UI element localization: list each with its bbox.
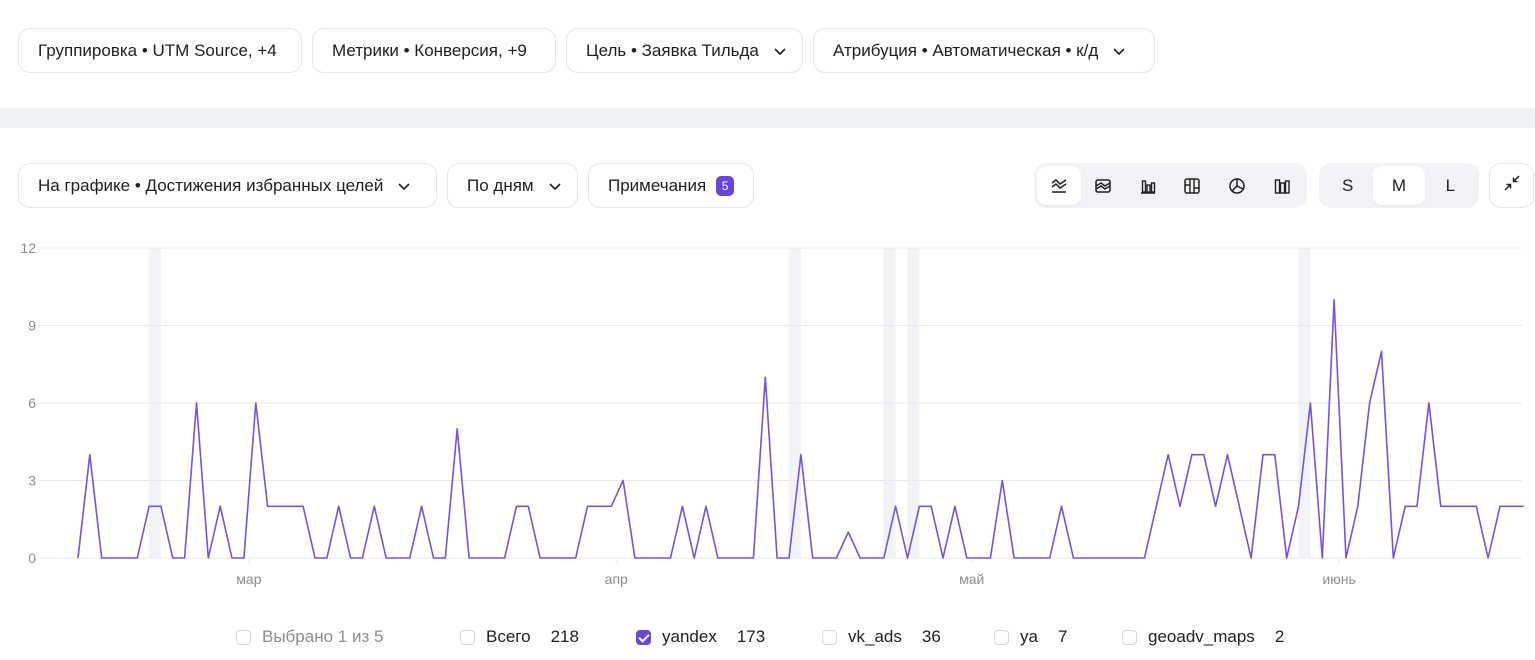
metrics-filter-button[interactable]: Метрики • Конверсия, +9	[312, 28, 556, 73]
metrics-filter-label: Метрики • Конверсия, +9	[332, 40, 527, 60]
y-tick-label: 12	[20, 240, 36, 256]
legend-label: yandex	[662, 627, 717, 646]
chevron-down-icon	[773, 44, 787, 58]
legend-item-ya[interactable]: ya 7	[994, 627, 1067, 647]
period-select[interactable]: По дням	[447, 163, 578, 208]
size-m-button[interactable]: M	[1373, 166, 1425, 205]
stacked-chart-icon	[1183, 177, 1201, 195]
legend-checkbox[interactable]	[1122, 629, 1137, 645]
stacked-chart-button[interactable]	[1170, 166, 1215, 205]
grouping-filter-button[interactable]: Группировка • UTM Source, +4	[18, 28, 302, 73]
goal-filter-label: Цель • Заявка Тильда	[586, 40, 759, 60]
size-s-label: S	[1341, 175, 1354, 195]
legend-label: vk_ads	[848, 627, 902, 646]
notes-count-badge: 5	[716, 175, 734, 196]
legend-checkbox[interactable]	[994, 629, 1009, 645]
chevron-down-icon	[397, 179, 411, 193]
conversions-line-chart: 0 3 6 9 12 мар апр май июнь	[20, 240, 1524, 587]
legend-label: geoadv_maps	[1148, 627, 1255, 646]
chart-type-switcher	[1034, 163, 1307, 208]
bar-chart-button[interactable]	[1125, 166, 1170, 205]
area-chart-button[interactable]	[1081, 166, 1126, 205]
y-tick-label: 9	[28, 318, 36, 334]
grouping-filter-label: Группировка • UTM Source, +4	[38, 40, 277, 60]
chart-metric-select[interactable]: На графике • Достижения избранных целей	[18, 163, 437, 208]
legend-checkbox-checked[interactable]	[636, 629, 651, 645]
legend-item-total[interactable]: Всего 218	[460, 627, 579, 647]
period-label: По дням	[467, 175, 534, 195]
legend-item-yandex[interactable]: yandex 173	[636, 627, 765, 647]
legend-label: Всего	[486, 627, 531, 646]
pie-chart-button[interactable]	[1215, 166, 1260, 205]
y-tick-label: 0	[28, 550, 36, 566]
chevron-down-icon	[1112, 44, 1126, 58]
attribution-filter-button[interactable]: Атрибуция • Автоматическая • к/д	[813, 28, 1155, 73]
legend-checkbox[interactable]	[460, 629, 475, 645]
legend-label: ya	[1020, 627, 1038, 646]
legend-value: 218	[550, 627, 579, 646]
legend-select-all-checkbox[interactable]	[236, 629, 251, 645]
legend-value: 36	[921, 627, 941, 646]
legend-value: 173	[736, 627, 766, 646]
size-s-button[interactable]: S	[1322, 166, 1373, 205]
x-tick-label: июнь	[1322, 571, 1355, 587]
size-m-label: M	[1391, 175, 1407, 195]
chevron-down-icon	[548, 179, 562, 193]
legend-value: 7	[1057, 627, 1068, 646]
size-l-label: L	[1445, 175, 1456, 195]
column-chart-button[interactable]	[1259, 166, 1304, 205]
legend-selected-label: Выбрано 1 из 5	[262, 627, 384, 646]
legend-selected[interactable]: Выбрано 1 из 5	[236, 627, 383, 647]
x-tick-label: мар	[236, 571, 261, 587]
chart-metric-label: На графике • Достижения избранных целей	[38, 175, 384, 195]
legend-value: 2	[1274, 627, 1285, 646]
collapse-button[interactable]	[1489, 163, 1534, 208]
bar-chart-icon	[1139, 177, 1157, 195]
collapse-icon	[1503, 174, 1521, 197]
line-chart-icon	[1050, 177, 1068, 195]
notes-label: Примечания	[608, 175, 707, 195]
column-chart-icon	[1273, 177, 1291, 195]
y-tick-label: 6	[28, 395, 36, 411]
goal-filter-button[interactable]: Цель • Заявка Тильда	[566, 28, 803, 73]
attribution-filter-label: Атрибуция • Автоматическая • к/д	[833, 40, 1099, 60]
line-chart-button[interactable]	[1037, 166, 1081, 205]
notes-button[interactable]: Примечания 5	[588, 163, 754, 208]
y-tick-label: 3	[28, 473, 36, 489]
x-tick-label: май	[959, 571, 984, 587]
x-tick-label: апр	[605, 571, 628, 587]
pie-chart-icon	[1228, 177, 1246, 195]
chart-size-switcher: S M L	[1319, 163, 1479, 208]
legend-item-geoadv-maps[interactable]: geoadv_maps 2	[1122, 627, 1284, 647]
size-l-button[interactable]: L	[1425, 166, 1476, 205]
area-chart-icon	[1094, 177, 1112, 195]
section-divider	[0, 108, 1535, 128]
legend-item-vk-ads[interactable]: vk_ads 36	[822, 627, 941, 647]
legend-checkbox[interactable]	[822, 629, 837, 645]
